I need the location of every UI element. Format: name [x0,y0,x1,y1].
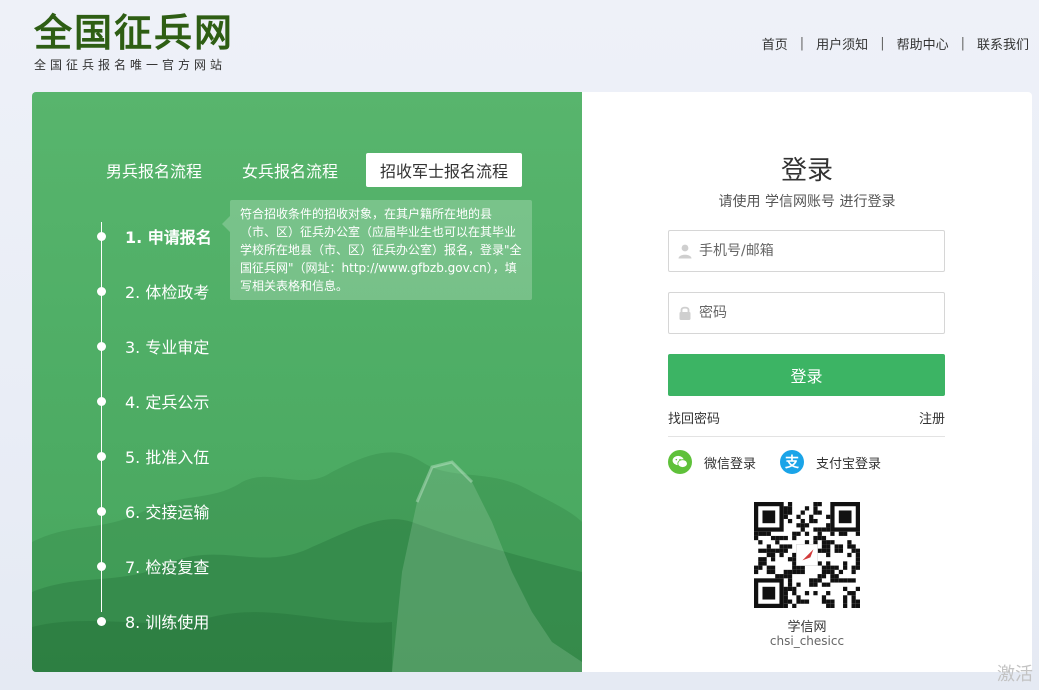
wechat-login-button[interactable]: 微信登录 [668,450,756,474]
step-label: 1. 申请报名 [125,227,212,247]
alipay-login-button[interactable]: 支 支付宝登录 [780,450,881,474]
step-quarantine[interactable]: 7. 检疫复查 [96,538,212,593]
lock-icon [679,306,691,320]
step-label: 7. 检疫复查 [125,557,210,577]
step-label: 8. 训练使用 [125,612,210,632]
timeline-dot [97,231,106,241]
wechat-login-label: 微信登录 [704,456,757,472]
step-physical-exam[interactable]: 2. 体检政考 [96,263,212,318]
login-links: 找回密码 注册 [668,408,945,427]
timeline-dot [97,561,106,571]
nav-help-link[interactable]: 帮助中心 [897,34,949,53]
nav-contact-link[interactable]: 联系我们 [977,34,1029,53]
timeline-dot [97,286,106,296]
logo-title: 全国征兵网 [34,10,235,55]
step-label: 6. 交接运输 [125,502,210,522]
user-icon [678,244,692,259]
alipay-icon: 支 [780,450,805,474]
qr-code [754,502,860,608]
forgot-password-link[interactable]: 找回密码 [668,408,720,427]
step-publicity[interactable]: 4. 定兵公示 [96,373,212,428]
tab-female-process[interactable]: 女兵报名流程 [230,152,350,188]
username-input[interactable] [699,243,929,259]
process-steps: 1. 申请报名 2. 体检政考 3. 专业审定 4. 定兵公示 5. 批准入伍 … [96,208,212,648]
site-logo[interactable]: 全国征兵网 全国征兵报名唯一官方网站 [34,12,234,73]
step-label: 2. 体检政考 [125,282,210,302]
password-field[interactable] [668,292,945,334]
timeline-dot [97,506,106,516]
top-nav: 首页 | 用户须知 | 帮助中心 | 联系我们 [762,34,1029,53]
login-panel: 登录 请使用 学信网账号 进行登录 登录 找回密码 注册 [582,92,1032,672]
timeline-dot [97,396,106,406]
divider [668,436,945,437]
login-title: 登录 [780,156,833,186]
timeline-dot [97,616,106,626]
qr-label: 学信网 [787,620,827,635]
step-handover[interactable]: 6. 交接运输 [96,483,212,538]
username-field[interactable] [668,230,945,272]
step-label: 5. 批准入伍 [125,447,210,467]
qr-account: chsi_chesicc [769,634,845,648]
logo-subtitle: 全国征兵报名唯一官方网站 [34,58,227,72]
step-label: 4. 定兵公示 [125,392,210,412]
process-tabs: 男兵报名流程 女兵报名流程 招收军士报名流程 [96,152,538,188]
login-hint: 请使用 学信网账号 进行登录 [718,194,896,210]
nav-user-notice-link[interactable]: 用户须知 [816,34,868,53]
activation-watermark: 激活 [997,664,1033,685]
nav-separator: | [960,36,965,51]
register-link[interactable]: 注册 [919,408,945,427]
step-training[interactable]: 8. 训练使用 [96,593,212,648]
nav-home-link[interactable]: 首页 [762,34,788,53]
timeline-dot [97,341,106,351]
login-button[interactable]: 登录 [668,354,945,396]
step-enlistment[interactable]: 5. 批准入伍 [96,428,212,483]
nav-separator: | [799,36,805,51]
password-input[interactable] [699,305,929,321]
timeline-dot [97,451,106,461]
step-specialty-review[interactable]: 3. 专业审定 [96,318,212,373]
nav-separator: | [880,36,885,51]
step-label: 3. 专业审定 [125,337,210,357]
tab-male-process[interactable]: 男兵报名流程 [96,152,214,188]
alipay-login-label: 支付宝登录 [816,456,882,472]
tab-nco-process[interactable]: 招收军士报名流程 [366,153,523,187]
third-party-login: 微信登录 支 支付宝登录 [668,450,905,474]
step-tooltip: 符合招收条件的招收对象，在其户籍所在地的县（市、区）征兵办公室（应届毕业生也可以… [222,200,532,300]
process-panel: 男兵报名流程 女兵报名流程 招收军士报名流程 1. 申请报名 2. 体检政考 3… [32,92,582,672]
step-apply[interactable]: 1. 申请报名 [96,208,212,263]
wechat-icon [668,450,692,474]
